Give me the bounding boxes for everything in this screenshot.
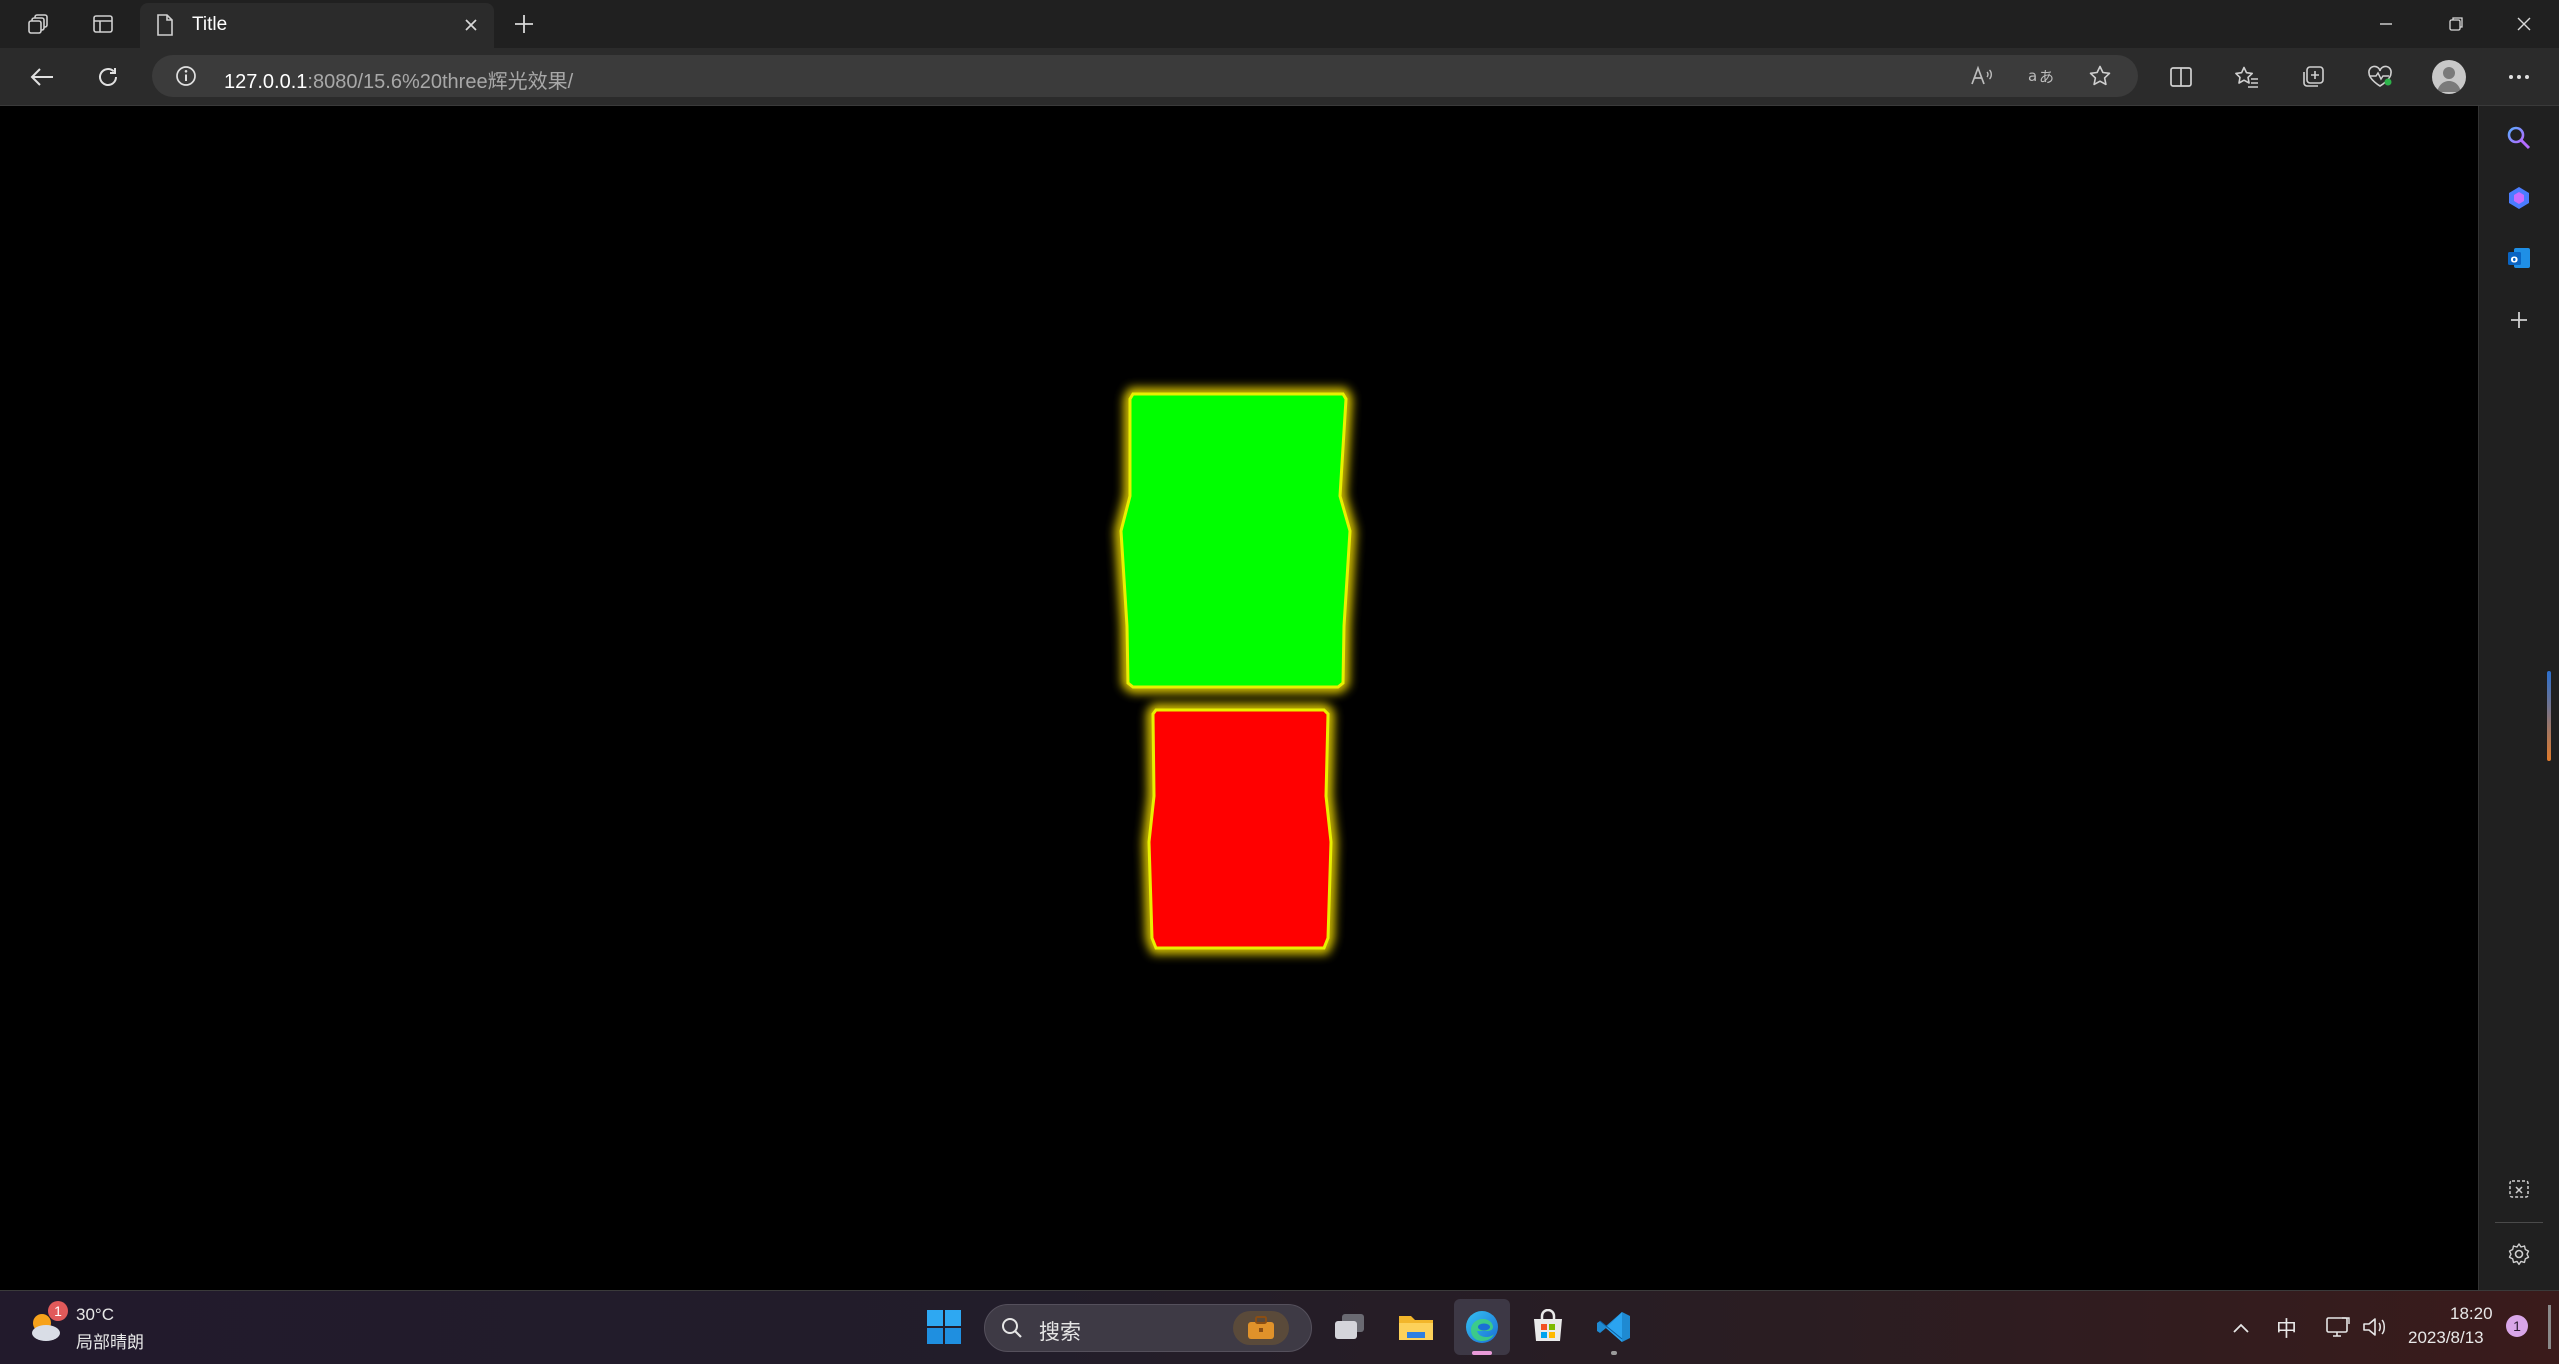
show-desktop[interactable]: [2548, 1305, 2551, 1349]
minimize-icon[interactable]: [2366, 6, 2406, 42]
refresh-icon[interactable]: [88, 58, 128, 96]
svg-text:あ: あ: [2039, 68, 2054, 86]
scene-background: [0, 106, 2478, 1290]
briefcase-icon: [1233, 1311, 1289, 1345]
heart-pulse-icon[interactable]: [2362, 60, 2398, 94]
scroll-indicator[interactable]: [2547, 671, 2551, 761]
edge-sidebar: o: [2478, 106, 2559, 1290]
glow-scene-canvas[interactable]: [0, 106, 2478, 1290]
weather-badge: 1: [48, 1301, 68, 1321]
svg-text:a: a: [2028, 67, 2037, 85]
star-icon[interactable]: [2086, 63, 2114, 89]
favorites-icon[interactable]: [2230, 60, 2264, 94]
address-bar[interactable]: 127.0.0.1:8080/15.6%20three辉光效果/ aあ: [152, 55, 2138, 97]
close-icon[interactable]: [458, 12, 484, 38]
split-screen-icon[interactable]: [2164, 60, 2198, 94]
search-icon[interactable]: [2501, 120, 2537, 156]
info-icon[interactable]: [174, 64, 198, 88]
copilot-icon[interactable]: [2501, 180, 2537, 216]
workspaces-icon[interactable]: [22, 8, 56, 40]
edge-taskbar-button[interactable]: [1454, 1299, 1510, 1355]
collections-icon[interactable]: [2296, 60, 2330, 94]
back-arrow-icon[interactable]: [22, 58, 62, 96]
weather-desc: 局部晴朗: [76, 1333, 144, 1352]
vscode-button[interactable]: [1586, 1299, 1642, 1355]
sidebar-divider: [2495, 1222, 2543, 1223]
restore-icon[interactable]: [2436, 6, 2476, 42]
tab-title: Title: [192, 14, 228, 35]
url-path: :8080/15.6%20three辉光效果/: [307, 71, 574, 93]
weather-temp: 30°C: [76, 1305, 114, 1324]
page-icon: [154, 11, 176, 39]
ime-indicator[interactable]: 中: [2276, 1313, 2297, 1343]
plus-icon[interactable]: [508, 8, 540, 40]
red-box: [1142, 704, 1338, 954]
clock-date[interactable]: 2023/8/13: [2408, 1328, 2484, 1348]
url-text[interactable]: 127.0.0.1:8080/15.6%20three辉光效果/: [224, 65, 573, 94]
read-aloud-icon[interactable]: [1968, 63, 1996, 89]
volume-icon[interactable]: [2358, 1311, 2390, 1343]
taskbar-search[interactable]: 搜索: [984, 1304, 1312, 1352]
clock-time[interactable]: 18:20: [2450, 1304, 2493, 1324]
more-icon[interactable]: [2502, 60, 2536, 94]
browser-tab[interactable]: Title: [140, 3, 494, 48]
running-indicator: [1611, 1351, 1617, 1355]
svg-text:o: o: [2511, 253, 2519, 266]
windows-taskbar: 1 30°C 局部晴朗 搜索 中 18:20 2023/8/13 1: [0, 1290, 2559, 1364]
profile-icon[interactable]: [2432, 60, 2466, 94]
file-explorer-button[interactable]: [1388, 1299, 1444, 1355]
active-indicator: [1472, 1351, 1492, 1355]
green-box: [1114, 388, 1357, 693]
gear-icon[interactable]: [2501, 1236, 2537, 1272]
task-view-button[interactable]: [1322, 1299, 1378, 1355]
network-icon[interactable]: [2322, 1311, 2354, 1343]
page-viewport[interactable]: [0, 106, 2478, 1290]
chevron-up-icon[interactable]: [2226, 1313, 2256, 1343]
outlook-icon[interactable]: o: [2501, 240, 2537, 276]
add-icon[interactable]: [2501, 302, 2537, 338]
title-bar: Title: [0, 0, 2559, 48]
notification-badge[interactable]: 1: [2506, 1315, 2528, 1337]
start-button[interactable]: [916, 1299, 972, 1355]
search-icon: [999, 1315, 1025, 1341]
screenshot-icon[interactable]: [2501, 1172, 2537, 1208]
url-host: 127.0.0.1: [224, 71, 308, 93]
store-button[interactable]: [1520, 1299, 1576, 1355]
search-placeholder: 搜索: [1039, 1321, 1081, 1344]
window-close-icon[interactable]: [2504, 6, 2544, 42]
translate-icon[interactable]: aあ: [2026, 63, 2056, 89]
tab-actions-icon[interactable]: [86, 8, 120, 40]
weather-widget[interactable]: 1 30°C 局部晴朗: [24, 1299, 174, 1355]
